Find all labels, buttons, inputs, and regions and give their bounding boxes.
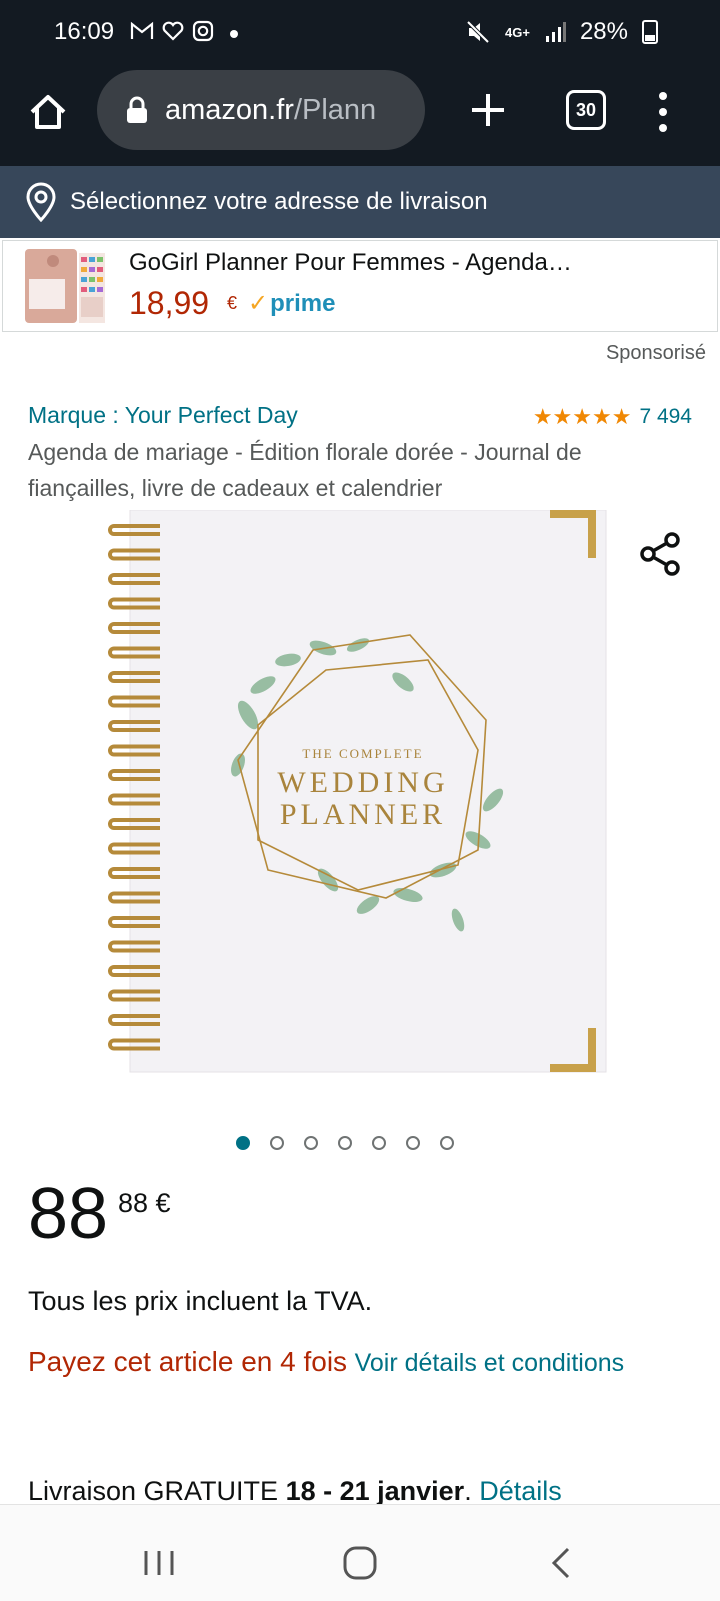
status-time: 16:09 (54, 18, 115, 45)
product-title: Agenda de mariage - Édition florale doré… (28, 439, 582, 501)
url-path: /Plann (293, 93, 377, 126)
more-menu-icon[interactable] (656, 90, 670, 134)
sponsored-product-banner[interactable]: GoGirl Planner Pour Femmes - Agenda… 18,… (2, 240, 718, 332)
carousel-dot[interactable] (270, 1136, 284, 1150)
status-bar: 16:09 4G+ 28% (0, 0, 720, 68)
tva-note: Tous les prix incluent la TVA. (28, 1286, 373, 1316)
cover-title-line2: PLANNER (280, 798, 446, 831)
system-nav-bar (0, 1504, 720, 1601)
notification-dot (230, 30, 238, 38)
carousel-dot[interactable] (372, 1136, 386, 1150)
shipping-prefix: Livraison GRATUITE (28, 1476, 279, 1506)
battery-icon (642, 20, 658, 44)
battery-percent: 28% (579, 18, 628, 45)
location-pin-icon (26, 182, 56, 222)
star-rating-icon: ★★★★★ (532, 404, 632, 429)
network-type: 4G+ (505, 24, 530, 40)
shipping-details-link[interactable]: Détails (479, 1476, 562, 1506)
shipping-dates: 18 - 21 janvier (285, 1476, 465, 1506)
share-icon[interactable] (638, 530, 682, 578)
carousel-dot[interactable] (304, 1136, 318, 1150)
instagram-icon (192, 20, 214, 42)
prime-badge: ✓ prime (248, 289, 335, 318)
price-whole: 88 (28, 1174, 109, 1254)
signal-icon (545, 22, 566, 42)
notification-icons (130, 20, 214, 42)
delivery-address-text: Sélectionnez votre adresse de livraison (70, 188, 488, 215)
tab-switcher-button[interactable]: 30 (566, 90, 606, 130)
back-icon[interactable] (548, 1545, 572, 1581)
home-nav-icon[interactable] (342, 1545, 378, 1581)
mute-icon (466, 20, 490, 44)
price-fraction: 88 € (118, 1188, 171, 1218)
gmail-icon (130, 21, 154, 39)
carousel-dot[interactable] (406, 1136, 420, 1150)
carousel-dot[interactable] (236, 1136, 250, 1150)
new-tab-icon[interactable] (468, 90, 508, 130)
heart-icon (162, 21, 184, 41)
shipping-info: Livraison GRATUITE 18 - 21 janvier. Déta… (28, 1476, 562, 1506)
sponsored-product-title: GoGirl Planner Pour Femmes - Agenda… (129, 249, 572, 276)
home-icon[interactable] (26, 90, 70, 134)
address-bar[interactable]: amazon.fr/Plann (97, 70, 425, 150)
carousel-dot[interactable] (338, 1136, 352, 1150)
product-rating[interactable]: ★★★★★ 7 494 (533, 404, 692, 430)
sponsored-label: Sponsorisé (605, 342, 706, 364)
lock-icon (127, 96, 147, 123)
prime-label: prime (270, 289, 336, 317)
installment-offer: Payez cet article en 4 fois Voir détails… (28, 1342, 668, 1383)
cover-title-line1: WEDDING (277, 766, 448, 799)
product-image[interactable]: THE COMPLETE WEDDING PLANNER (108, 510, 610, 1096)
installment-text: Payez cet article en 4 fois (28, 1346, 348, 1377)
recent-apps-icon[interactable] (142, 1549, 176, 1577)
browser-toolbar: amazon.fr/Plann 30 (0, 68, 720, 166)
sponsored-product-price: 18,99 (129, 285, 210, 321)
carousel-dot[interactable] (440, 1136, 454, 1150)
rating-count: 7 494 (639, 405, 692, 428)
sponsored-product-currency: € (227, 293, 238, 313)
sponsored-product-thumbnail (25, 249, 105, 323)
url-text: amazon.fr/Plann (165, 94, 376, 127)
brand-link[interactable]: Marque : Your Perfect Day (28, 402, 298, 429)
installment-details-link[interactable]: Voir détails et conditions (355, 1349, 625, 1377)
image-carousel-indicator[interactable] (236, 1136, 454, 1150)
prime-check-icon: ✓ (248, 290, 269, 317)
system-icons: 4G+ 28% (465, 18, 658, 46)
delivery-address-bar[interactable]: Sélectionnez votre adresse de livraison (0, 166, 720, 238)
url-domain: amazon.fr (165, 93, 294, 126)
cover-subtitle: THE COMPLETE (302, 746, 423, 761)
